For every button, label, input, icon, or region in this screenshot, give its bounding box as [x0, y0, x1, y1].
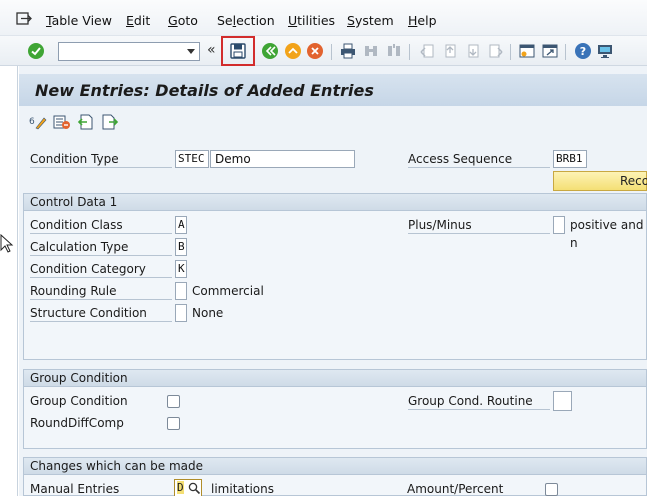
amount-percent-checkbox[interactable] — [545, 483, 558, 496]
condition-class-input[interactable]: A — [175, 216, 187, 234]
title-bar: New Entries: Details of Added Entries — [19, 74, 647, 106]
group-condition-title: Group Condition — [24, 370, 646, 387]
condition-type-description: Demo — [210, 150, 355, 168]
page-title: New Entries: Details of Added Entries — [35, 81, 374, 100]
delete-entry-icon[interactable] — [53, 114, 71, 130]
find-icon — [361, 41, 381, 61]
mouse-pointer-icon — [0, 234, 14, 253]
plus-minus-label: Plus/Minus — [408, 216, 550, 234]
save-icon[interactable] — [228, 41, 248, 61]
find-next-icon — [384, 41, 404, 61]
calculation-type-label: Calculation Type — [30, 238, 172, 256]
records-button[interactable]: Reco — [553, 171, 647, 191]
chevron-down-icon[interactable] — [187, 49, 195, 54]
left-margin — [0, 66, 18, 496]
command-field[interactable] — [58, 42, 200, 61]
create-session-icon[interactable] — [517, 41, 537, 61]
collapse-command-icon[interactable]: « — [207, 42, 216, 58]
control-data-title: Control Data 1 — [24, 194, 646, 211]
manual-entries-text: limitations — [211, 482, 274, 496]
menu-exit-icon[interactable] — [16, 12, 32, 26]
print-icon[interactable] — [338, 41, 358, 61]
first-page-icon — [417, 41, 437, 61]
round-diff-comp-label: RoundDiffComp — [30, 416, 124, 430]
condition-category-input[interactable]: K — [175, 260, 187, 278]
svg-text:6: 6 — [29, 117, 35, 127]
next-entry-icon[interactable] — [101, 114, 119, 130]
condition-category-label: Condition Category — [30, 260, 172, 278]
cancel-icon[interactable] — [305, 41, 325, 61]
group-cond-routine-input[interactable] — [553, 391, 572, 411]
toolbar-separator — [331, 44, 332, 60]
plus-minus-input[interactable] — [553, 216, 565, 234]
svg-text:?: ? — [580, 45, 586, 58]
standard-toolbar: « ? — [0, 36, 647, 66]
structure-condition-text: None — [192, 306, 224, 320]
changes-title: Changes which can be made — [24, 458, 646, 475]
menu-help[interactable]: Help — [408, 13, 437, 28]
menu-bar: Table View Edit Goto Selection Utilities… — [0, 0, 647, 36]
customize-layout-icon[interactable] — [595, 41, 615, 61]
menu-table-view[interactable]: Table View — [46, 13, 112, 28]
condition-class-label: Condition Class — [30, 216, 172, 234]
menu-utilities[interactable]: Utilities — [288, 13, 335, 28]
last-page-icon — [486, 41, 506, 61]
menu-edit[interactable]: Edit — [126, 13, 150, 28]
next-page-icon — [463, 41, 483, 61]
manual-entries-label: Manual Entries — [30, 482, 120, 496]
access-sequence-label: Access Sequence — [408, 150, 550, 168]
menu-system[interactable]: System — [347, 13, 394, 28]
shortcut-icon[interactable] — [540, 41, 560, 61]
group-cond-routine-label: Group Cond. Routine — [408, 392, 550, 410]
enter-check-icon[interactable] — [26, 41, 46, 61]
exit-icon[interactable] — [283, 41, 303, 61]
application-toolbar: 6 — [19, 107, 647, 137]
toolbar-separator — [510, 44, 511, 60]
previous-entry-icon[interactable] — [77, 114, 95, 130]
help-icon[interactable]: ? — [573, 41, 593, 61]
back-icon[interactable] — [260, 41, 280, 61]
rounding-rule-input[interactable] — [175, 282, 187, 300]
previous-page-icon — [440, 41, 460, 61]
value-help-icon[interactable] — [188, 482, 201, 495]
toolbar-separator — [409, 44, 410, 60]
manual-entries-value: D — [177, 481, 184, 494]
group-condition-label: Group Condition — [30, 394, 128, 408]
display-change-icon[interactable]: 6 — [29, 114, 47, 130]
round-diff-comp-checkbox[interactable] — [167, 417, 180, 430]
group-condition-checkbox[interactable] — [167, 395, 180, 408]
amount-percent-label: Amount/Percent — [407, 482, 504, 496]
manual-entries-input[interactable]: D — [174, 479, 202, 496]
access-sequence-input[interactable]: BRB1 — [553, 150, 587, 168]
menu-selection[interactable]: Selection — [217, 13, 275, 28]
menu-goto[interactable]: Goto — [168, 13, 198, 28]
condition-type-input[interactable]: STEC — [175, 150, 209, 168]
structure-condition-label: Structure Condition — [30, 304, 172, 322]
plus-minus-text: positive and n — [570, 218, 644, 250]
calculation-type-input[interactable]: B — [175, 238, 187, 256]
toolbar-separator — [565, 44, 566, 60]
condition-type-label: Condition Type — [30, 150, 172, 168]
structure-condition-input[interactable] — [175, 304, 187, 322]
rounding-rule-text: Commercial — [192, 284, 264, 298]
rounding-rule-label: Rounding Rule — [30, 282, 172, 300]
